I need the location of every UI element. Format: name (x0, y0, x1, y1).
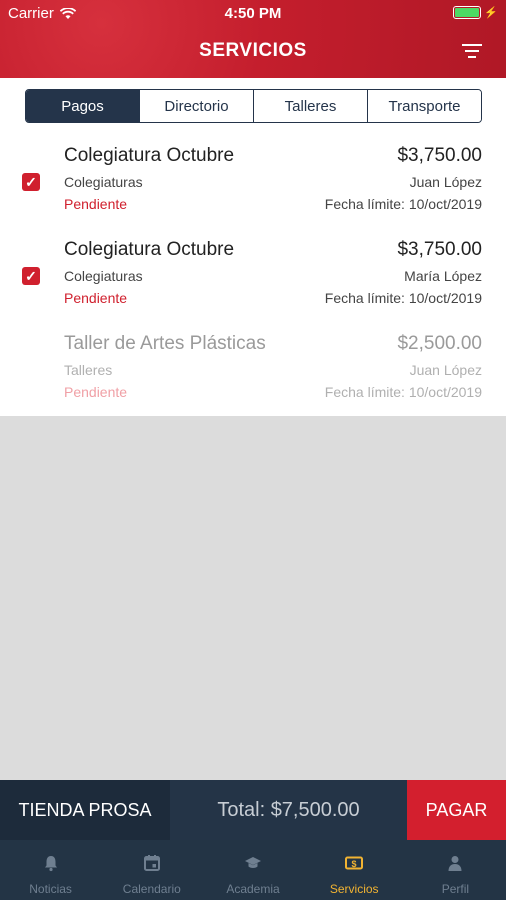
tab-transporte[interactable]: Transporte (368, 90, 481, 122)
list-item: Taller de Artes Plásticas $2,500.00 Tall… (0, 322, 506, 416)
filter-icon[interactable] (462, 44, 482, 60)
svg-text:$: $ (352, 859, 357, 869)
tab-pagos[interactable]: Pagos (26, 90, 140, 122)
payment-status: Pendiente (64, 196, 128, 212)
charging-icon: ⚡ (484, 7, 498, 19)
clock: 4:50 PM (224, 5, 282, 22)
tab-label: Servicios (329, 882, 379, 896)
segmented-control: Pagos Directorio Talleres Transporte (25, 89, 482, 123)
tab-servicios[interactable]: $ Servicios (304, 840, 405, 900)
tab-noticias[interactable]: Noticias (0, 840, 101, 900)
tab-talleres[interactable]: Talleres (254, 90, 368, 122)
payment-name: Colegiatura Octubre (64, 239, 235, 260)
payment-name: Taller de Artes Plásticas (64, 333, 266, 354)
tab-directorio[interactable]: Directorio (140, 90, 254, 122)
tab-label: Perfil (441, 882, 470, 896)
payment-deadline: Fecha límite: 10/oct/2019 (324, 290, 482, 306)
money-icon: $ (345, 856, 364, 870)
tab-academia[interactable]: Academia (202, 840, 303, 900)
checkbox-checked[interactable]: ✓ (22, 173, 40, 191)
pay-button[interactable]: PAGAR (407, 780, 506, 840)
payment-amount: $3,750.00 (397, 145, 482, 166)
tab-calendario[interactable]: Calendario (101, 840, 202, 900)
payment-category: Talleres (64, 362, 113, 378)
store-button[interactable]: TIENDA PROSA (0, 780, 170, 840)
payment-name: Colegiatura Octubre (64, 145, 235, 166)
payment-person: Juan López (409, 362, 482, 378)
action-bar: TIENDA PROSA Total: $7,500.00 PAGAR (0, 780, 506, 840)
payment-category: Colegiaturas (64, 268, 143, 284)
payment-amount: $2,500.00 (397, 333, 482, 354)
tab-bar: Noticias Calendario Academia $ Servicios… (0, 840, 506, 900)
tab-perfil[interactable]: Perfil (405, 840, 506, 900)
payment-amount: $3,750.00 (397, 239, 482, 260)
checkbox-checked[interactable]: ✓ (22, 267, 40, 285)
segment-bar: Pagos Directorio Talleres Transporte (0, 78, 506, 134)
payment-deadline: Fecha límite: 10/oct/2019 (324, 196, 482, 212)
page-title: SERVICIOS (199, 40, 307, 61)
payment-category: Colegiaturas (64, 174, 143, 190)
tab-label: Calendario (122, 882, 181, 896)
battery-icon: ⚡ (453, 6, 498, 19)
graduation-cap-icon (245, 857, 261, 868)
bell-icon (44, 856, 57, 872)
list-item[interactable]: ✓ Colegiatura Octubre $3,750.00 Colegiat… (0, 134, 506, 228)
payment-person: Juan López (409, 174, 482, 190)
payment-status: Pendiente (64, 384, 128, 400)
status-bar: Carrier 4:50 PM ⚡ (0, 0, 506, 26)
list-item[interactable]: ✓ Colegiatura Octubre $3,750.00 Colegiat… (0, 228, 506, 322)
payment-person: María López (404, 268, 482, 284)
total-amount: Total: $7,500.00 (217, 798, 360, 821)
tab-label: Academia (226, 882, 280, 896)
payment-deadline: Fecha límite: 10/oct/2019 (324, 384, 482, 400)
tab-label: Noticias (29, 882, 72, 896)
payments-list: ✓ Colegiatura Octubre $3,750.00 Colegiat… (0, 134, 506, 416)
app-header: Carrier 4:50 PM ⚡ SERVICIOS (0, 0, 506, 78)
user-icon (448, 856, 462, 871)
calendar-icon (143, 855, 160, 871)
payment-status: Pendiente (64, 290, 128, 306)
